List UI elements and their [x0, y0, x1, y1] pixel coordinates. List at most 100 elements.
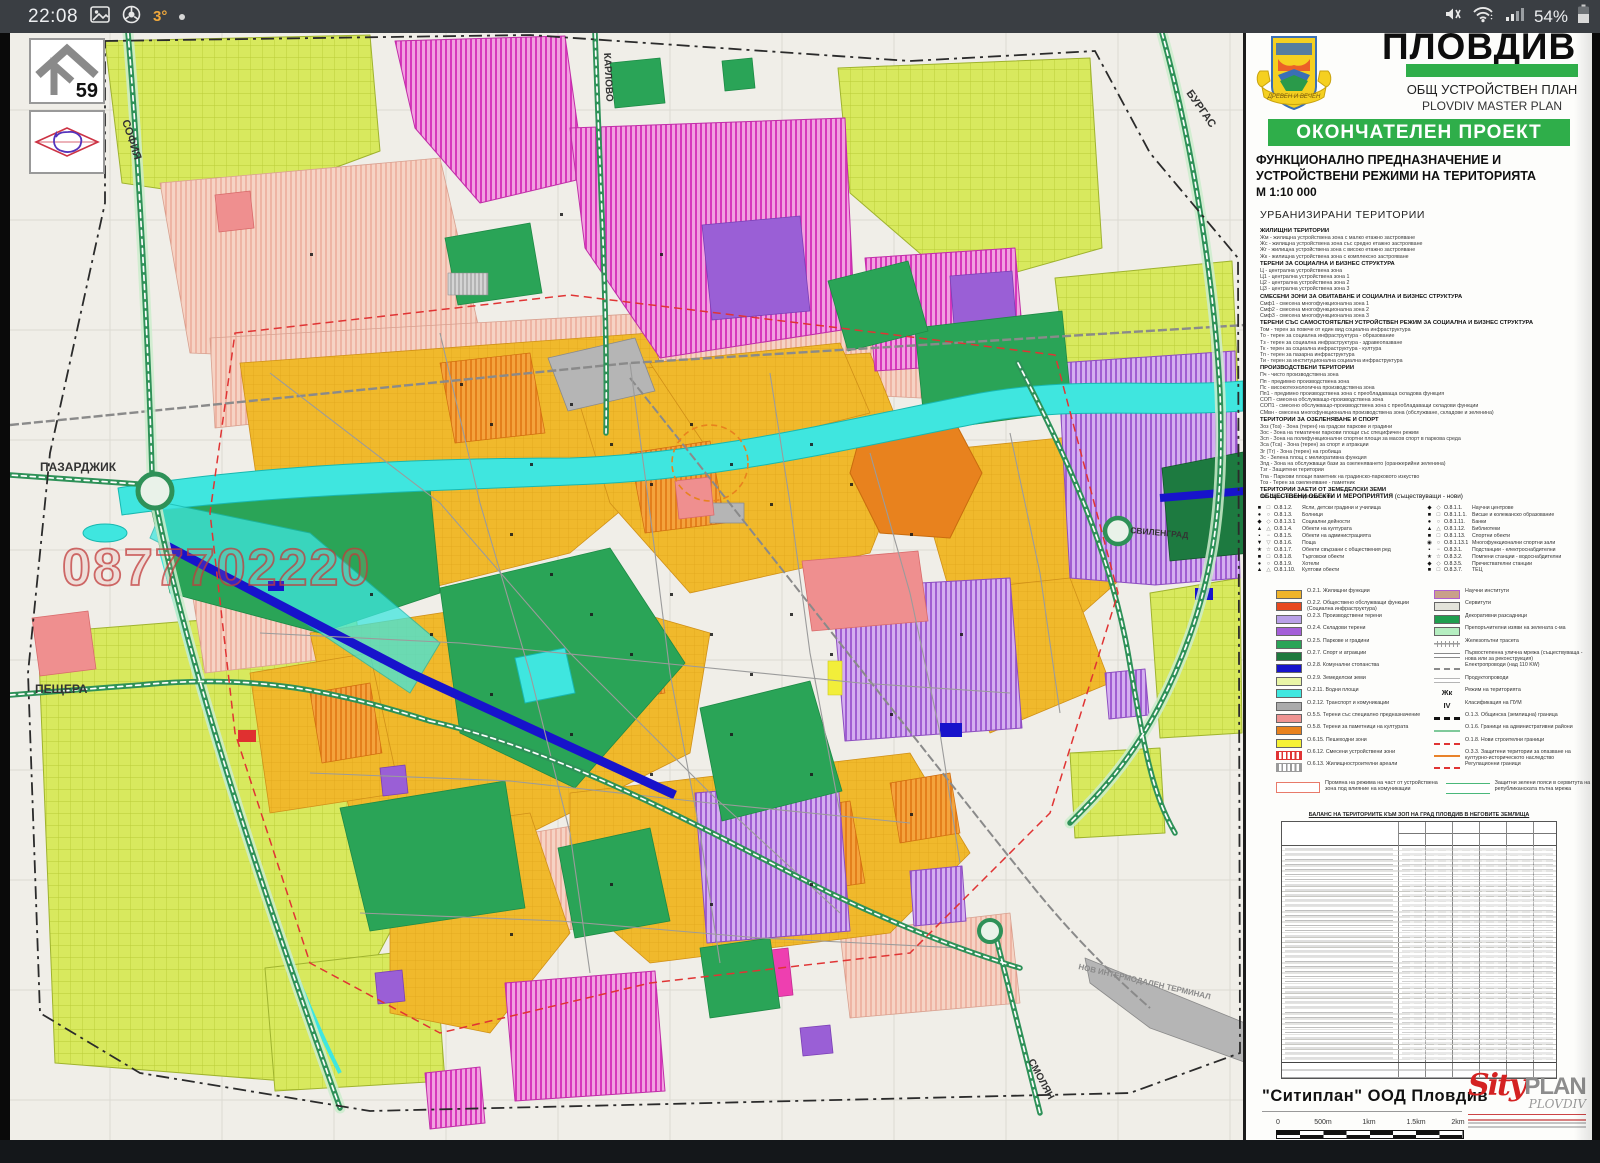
object-row: ▪ ▫ О.8.1.5. Обекти на администрацията — [1256, 533, 1424, 540]
object-glyph-new-icon: ☆ — [1435, 554, 1442, 560]
cityplan-address-lines — [1468, 1114, 1586, 1128]
object-glyph-existing-icon: ▲ — [1426, 526, 1433, 532]
object-code: О.8.1.6. — [1274, 540, 1300, 546]
legend-text-line: Ц3 - централна устройствена зона 3 — [1260, 286, 1584, 292]
object-glyph-new-icon: ▽ — [1265, 540, 1272, 546]
object-glyph-existing-icon: ● — [1256, 512, 1263, 518]
object-glyph-existing-icon: ▼ — [1256, 540, 1263, 546]
object-label: Библиотеки — [1472, 526, 1590, 532]
legend-swatch-label: Декоративни разсадници — [1465, 614, 1527, 620]
object-glyph-existing-icon: ■ — [1256, 554, 1263, 560]
master-plan-map-photo[interactable]: 59 СОФИЯ КАРЛОВО БУРГАС ПАЗАРДЖИК ПЕЩЕРА… — [10, 33, 1243, 1140]
legend-swatch-row: Сервитути — [1434, 601, 1590, 613]
legend-swatch-label: Електропроводи (над 110 KW) — [1465, 663, 1540, 669]
cityplan-logo-plan: PLAN — [1524, 1075, 1585, 1099]
object-label: Банки — [1472, 519, 1590, 525]
object-code: О.8.1.7. — [1274, 547, 1300, 553]
photo-count-badge: 59 — [30, 39, 104, 103]
photo-edge-right — [1592, 33, 1600, 1140]
legend-swatch-row: Препоръчителни изяви на зелената с-ма — [1434, 626, 1590, 638]
legend-swatch — [1434, 743, 1460, 745]
cell-signal-icon — [1505, 6, 1525, 27]
legend-swatch-label: О.2.9. Земеделски земи — [1307, 676, 1366, 682]
legend-swatch-row: Жк Режим на територията — [1434, 688, 1590, 700]
object-row: ■ □ О.8.3.7. ТЕЦ — [1426, 567, 1590, 574]
object-label: Пречиствателни станции — [1472, 561, 1590, 567]
title-green-bar — [1406, 64, 1578, 77]
mute-icon — [1443, 5, 1463, 28]
object-label: Спортни обекти — [1472, 533, 1590, 539]
object-glyph-existing-icon: ◉ — [1426, 540, 1433, 546]
final-project-banner: ОКОНЧАТЕЛЕН ПРОЕКТ — [1268, 119, 1570, 146]
object-code: О.8.1.11. — [1444, 519, 1470, 525]
legend-swatch-row: Регулационни граници — [1434, 762, 1590, 774]
legend-text-sections: ЖИЛИЩНИ ТЕРИТОРИИ Жм - жилищна устройств… — [1260, 227, 1584, 500]
company-name: "Ситиплан" ООД Пловдив — [1262, 1087, 1488, 1106]
legend-swatch-label: О.2.8. Комунални стопанства — [1307, 663, 1379, 669]
legend-section: ТЕРЕНИ СЪС САМОСТОЯТЕЛЕН УСТРОЙСТВЕН РЕЖ… — [1260, 320, 1584, 364]
legend-swatch — [1434, 755, 1460, 757]
object-code: О.8.1.4. — [1274, 526, 1300, 532]
clock: 22:08 — [28, 6, 78, 28]
object-row: ◆ ◇ О.8.3.5. Пречиствателни станции — [1426, 560, 1590, 567]
photo-edge-bottom — [0, 1140, 1600, 1163]
legend-swatch — [1434, 767, 1460, 769]
legend-swatch: IV — [1434, 701, 1460, 710]
object-glyph-existing-icon: ◆ — [1256, 519, 1263, 525]
object-code: О.8.1.1.1. — [1444, 512, 1470, 518]
legend-swatch-row: Научни институти — [1434, 589, 1590, 601]
legend-swatch-label: Научни институти — [1465, 589, 1509, 595]
object-glyph-new-icon: □ — [1265, 505, 1272, 511]
panel-title: ПЛОВДИВ — [1382, 26, 1576, 68]
object-code: О.8.1.13. — [1444, 533, 1470, 539]
legend-swatch-row: О.2.2. Обществено обслужващи функции (Со… — [1276, 601, 1428, 613]
legend-section-heading: ТЕРЕНИ СЪС САМОСТОЯТЕЛЕН УСТРОЙСТВЕН РЕЖ… — [1260, 320, 1584, 327]
object-glyph-new-icon: ○ — [1435, 540, 1442, 546]
battery-percent: 54% — [1534, 7, 1568, 27]
object-glyph-existing-icon: ▲ — [1256, 567, 1263, 573]
legend-swatch — [1434, 717, 1460, 720]
legend-swatch-label: О.1.8. Нови строителни граници — [1465, 738, 1544, 744]
objects-column-left: ■ □ О.8.1.2. Ясли, детски градини и учил… — [1256, 505, 1424, 574]
legend-swatch — [1276, 590, 1302, 599]
legend-swatch — [1276, 714, 1302, 723]
legend-section-lines: Пч - чисто производствена зонаПп - преди… — [1260, 372, 1584, 415]
legend-swatch-label: О.1.6. Граници на административни райони — [1465, 725, 1573, 731]
legend-swatch-label: О.2.2. Обществено обслужващи функции (Со… — [1307, 601, 1428, 613]
object-glyph-existing-icon: ▪ — [1426, 547, 1433, 553]
object-row: ★ ☆ О.8.1.7. Обекти свързани с обществен… — [1256, 546, 1424, 553]
legend-swatch — [1276, 726, 1302, 735]
map-canvas: 59 СОФИЯ КАРЛОВО БУРГАС ПАЗАРДЖИК ПЕЩЕРА… — [10, 33, 1243, 1140]
legend-swatch — [1276, 689, 1302, 698]
object-code: О.8.1.1. — [1444, 505, 1470, 511]
object-row: ■ □ О.8.1.8. Търговски обекти — [1256, 553, 1424, 560]
object-glyph-new-icon: □ — [1435, 533, 1442, 539]
object-code: О.8.3.7. — [1444, 567, 1470, 573]
section-urbanized: УРБАНИЗИРАНИ ТЕРИТОРИИ — [1260, 209, 1425, 221]
balance-table — [1281, 821, 1557, 1079]
object-label: Ясли, детски градини и училища — [1302, 505, 1424, 511]
object-glyph-existing-icon: ▲ — [1256, 526, 1263, 532]
wifi-icon — [1472, 5, 1496, 28]
object-label: Научни центрове — [1472, 505, 1590, 511]
object-glyph-new-icon: ▫ — [1265, 533, 1272, 539]
legend-text-line: СМвн - смесена многофункционална произво… — [1260, 410, 1584, 416]
map-label-peshtera: ПЕЩЕРА — [35, 682, 88, 696]
legend-swatch — [1434, 668, 1460, 670]
legend-swatch — [1434, 730, 1460, 732]
photo-edge-left — [0, 33, 10, 1140]
object-row: ● ○ О.8.1.3. Болници — [1256, 512, 1424, 519]
legend-extra-rows: Промяна на режима на част от устройствен… — [1276, 781, 1592, 797]
legend-section-heading: ТЕРИТОРИИ ЗА ОЗЕЛЕНЯВАНЕ И СПОРТ — [1260, 417, 1584, 424]
legend-section: ТЕРЕНИ ЗА СОЦИАЛНА И БИЗНЕС СТРУКТУРА Ц … — [1260, 261, 1584, 293]
object-glyph-new-icon: ○ — [1435, 519, 1442, 525]
legend-swatch-label: Защитни зелени пояси в сервитута на репу… — [1495, 781, 1592, 793]
legend-swatch — [1276, 763, 1302, 772]
object-glyph-new-icon: □ — [1435, 567, 1442, 573]
legend-section-heading: ЖИЛИЩНИ ТЕРИТОРИИ — [1260, 228, 1584, 235]
legend-swatch — [1434, 590, 1460, 599]
legend-swatch-row: О.5.8. Терени за паметници на културата — [1276, 725, 1428, 737]
object-glyph-existing-icon: ● — [1256, 561, 1263, 567]
legend-swatch — [1276, 615, 1302, 624]
legend-swatch — [1276, 640, 1302, 649]
